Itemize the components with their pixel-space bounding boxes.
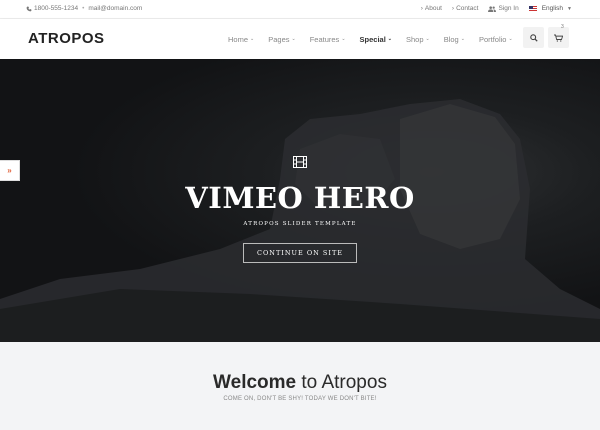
language-label: English: [541, 5, 564, 12]
nav-special[interactable]: Special ⌄: [353, 35, 399, 44]
separator: •: [82, 5, 85, 12]
users-icon: [488, 5, 497, 12]
us-flag-icon: [528, 6, 537, 11]
about-label: About: [424, 5, 442, 12]
welcome-section: Welcome to Atropos COME ON, DON'T BE SHY…: [0, 342, 600, 430]
signin-link[interactable]: Sign In: [488, 5, 519, 12]
welcome-heading-bold: Welcome: [213, 372, 297, 393]
search-icon: [529, 33, 538, 42]
nav-label: Special: [359, 34, 386, 44]
nav-portfolio[interactable]: Portfolio ⌄: [472, 35, 520, 44]
chevron-down-icon: ⌄: [250, 36, 255, 42]
nav-label: Home: [228, 34, 249, 44]
hero-subtitle: ATROPOS SLIDER TEMPLATE: [243, 221, 357, 227]
welcome-heading: Welcome to Atropos: [0, 372, 600, 394]
film-icon: [293, 156, 307, 168]
main-nav: Home ⌄ Pages ⌄ Features ⌄ Special ⌄ Shop ⌄ Bl…: [221, 19, 520, 59]
continue-button[interactable]: CONTINUE ON SITE: [242, 243, 358, 263]
chevron-right-icon: ›: [451, 5, 455, 12]
nav-label: Shop: [405, 34, 424, 44]
phone-icon: [26, 6, 32, 11]
cart-icon: [554, 34, 563, 42]
welcome-heading-rest: to Atropos: [296, 372, 387, 393]
nav-pages[interactable]: Pages ⌄: [261, 35, 302, 44]
chevron-down-icon: ⌄: [508, 36, 513, 42]
nav-label: Blog: [443, 34, 459, 44]
search-button[interactable]: [523, 27, 544, 48]
nav-shop[interactable]: Shop ⌄: [399, 35, 437, 44]
email-link[interactable]: mail@domain.com: [88, 5, 142, 12]
hero-content: VIMEO HERO ATROPOS SLIDER TEMPLATE CONTI…: [0, 155, 600, 263]
phone-info: 1800-555-1234: [26, 5, 78, 12]
chevron-down-icon: ⌄: [341, 36, 346, 42]
chevron-down-icon: ⌄: [387, 36, 392, 42]
nav-label: Portfolio: [478, 34, 507, 44]
contact-label: Contact: [456, 5, 479, 12]
nav-label: Features: [309, 34, 340, 44]
language-selector[interactable]: English ▼: [528, 5, 572, 12]
nav-label: Pages: [268, 34, 290, 44]
phone-number: 1800-555-1234: [34, 5, 79, 12]
chevron-right-icon: ›: [420, 5, 423, 12]
nav-blog[interactable]: Blog ⌄: [437, 35, 472, 44]
chevron-down-icon: ⌄: [425, 36, 430, 42]
hero-section: » VIMEO HERO ATROPOS SLIDER TEMPLATE CON…: [0, 59, 600, 342]
top-bar: 1800-555-1234 • mail@domain.com › About …: [0, 0, 600, 19]
hero-title: VIMEO HERO: [185, 181, 415, 215]
site-logo[interactable]: ATROPOS: [28, 30, 105, 47]
about-link[interactable]: › About: [421, 5, 442, 12]
chevron-down-icon: ⌄: [460, 36, 465, 42]
logo-text: ATROPOS: [28, 30, 105, 47]
chevron-down-icon: ⌄: [291, 36, 296, 42]
main-header: ATROPOS Home ⌄ Pages ⌄ Features ⌄ Special ⌄ …: [0, 19, 600, 59]
cart-button[interactable]: [548, 27, 569, 48]
nav-home[interactable]: Home ⌄: [221, 35, 261, 44]
signin-label: Sign In: [498, 5, 519, 12]
welcome-tagline: COME ON, DON'T BE SHY! TODAY WE DON'T BI…: [223, 396, 377, 402]
caret-down-icon: ▼: [567, 5, 572, 12]
cart-count-badge: 3: [561, 24, 564, 30]
contact-link[interactable]: › Contact: [452, 5, 479, 12]
nav-features[interactable]: Features ⌄: [303, 35, 353, 44]
